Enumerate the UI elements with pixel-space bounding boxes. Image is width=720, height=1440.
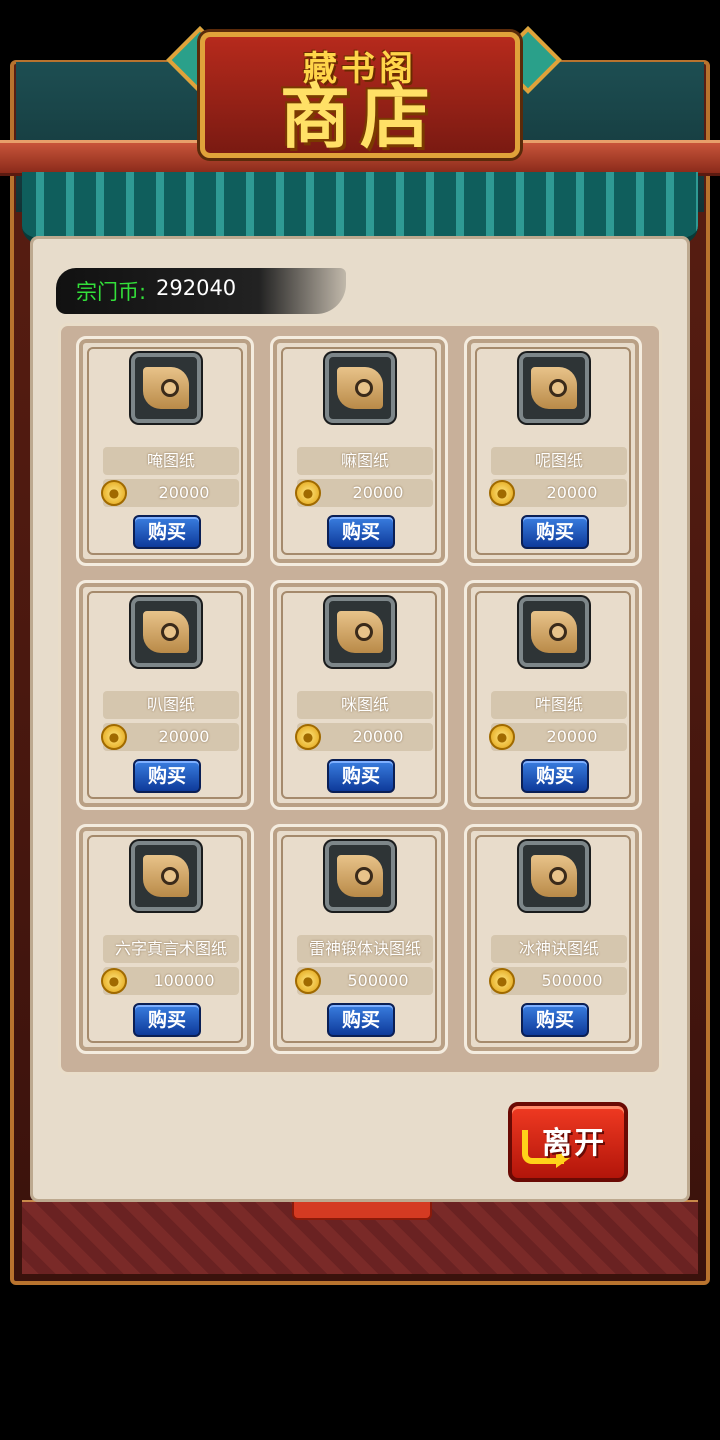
leave-button[interactable]: 离开 (508, 1102, 628, 1182)
item-card: 冰神诀图纸 ● 500000 购买 (464, 824, 642, 1054)
item-price-bar: ● 20000 (295, 479, 433, 507)
shop-title: 商店 (280, 76, 440, 158)
scroll-paper (531, 367, 577, 409)
item-name: 吽图纸 (491, 691, 627, 719)
scroll-emblem-icon (161, 623, 179, 641)
roof-tiles (22, 172, 698, 244)
scroll-emblem-icon (355, 867, 373, 885)
scroll-emblem-icon (549, 623, 567, 641)
item-price: 20000 (546, 483, 598, 502)
item-price: 100000 (153, 971, 215, 990)
item-price-bar: ● 20000 (101, 479, 239, 507)
item-price-bar: ● 20000 (489, 723, 627, 751)
buy-button[interactable]: 购买 (327, 759, 395, 793)
buy-button[interactable]: 购买 (521, 515, 589, 549)
scroll-icon[interactable] (325, 841, 395, 911)
scroll-emblem-icon (549, 867, 567, 885)
leave-button-label: 离开 (542, 1126, 606, 1161)
scroll-emblem-icon (161, 867, 179, 885)
scroll-paper (337, 611, 383, 653)
coin-icon: ● (295, 480, 321, 506)
buy-button[interactable]: 购买 (521, 759, 589, 793)
buy-button[interactable]: 购买 (133, 515, 201, 549)
item-card: 六字真言术图纸 ● 100000 购买 (76, 824, 254, 1054)
scroll-paper (143, 855, 189, 897)
buy-button[interactable]: 购买 (327, 1003, 395, 1037)
scroll-icon[interactable] (131, 597, 201, 667)
buy-button[interactable]: 购买 (521, 1003, 589, 1037)
currency-value: 292040 (156, 276, 237, 300)
item-price: 20000 (352, 727, 404, 746)
buy-button[interactable]: 购买 (133, 759, 201, 793)
coin-icon: ● (489, 724, 515, 750)
item-name: 冰神诀图纸 (491, 935, 627, 963)
coin-icon: ● (295, 724, 321, 750)
item-price-bar: ● 500000 (295, 967, 433, 995)
item-card: 雷神锻体诀图纸 ● 500000 购买 (270, 824, 448, 1054)
item-price-bar: ● 500000 (489, 967, 627, 995)
item-price: 20000 (158, 727, 210, 746)
scroll-emblem-icon (355, 379, 373, 397)
item-price-bar: ● 20000 (489, 479, 627, 507)
coin-icon: ● (101, 724, 127, 750)
scroll-paper (337, 367, 383, 409)
scroll-icon[interactable] (325, 597, 395, 667)
scroll-paper (531, 611, 577, 653)
scroll-emblem-icon (161, 379, 179, 397)
coin-icon: ● (101, 480, 127, 506)
buy-button[interactable]: 购买 (133, 1003, 201, 1037)
item-price-bar: ● 20000 (101, 723, 239, 751)
item-card: 咪图纸 ● 20000 购买 (270, 580, 448, 810)
scroll-icon[interactable] (519, 841, 589, 911)
scroll-paper (143, 611, 189, 653)
coin-icon: ● (295, 968, 321, 994)
currency-label: 宗门币: (76, 280, 147, 304)
item-card: 叭图纸 ● 20000 购买 (76, 580, 254, 810)
item-name: 叭图纸 (103, 691, 239, 719)
scroll-icon[interactable] (131, 353, 201, 423)
item-card: 吽图纸 ● 20000 购买 (464, 580, 642, 810)
item-name: 六字真言术图纸 (103, 935, 239, 963)
item-price-bar: ● 100000 (101, 967, 239, 995)
coin-icon: ● (489, 480, 515, 506)
item-price: 20000 (158, 483, 210, 502)
scroll-paper (337, 855, 383, 897)
scroll-emblem-icon (549, 379, 567, 397)
scroll-icon[interactable] (131, 841, 201, 911)
item-card: 嘛图纸 ● 20000 购买 (270, 336, 448, 566)
item-card: 唵图纸 ● 20000 购买 (76, 336, 254, 566)
item-name: 雷神锻体诀图纸 (297, 935, 433, 963)
item-name: 呢图纸 (491, 447, 627, 475)
scroll-paper (531, 855, 577, 897)
item-price: 20000 (546, 727, 598, 746)
panel-bottom-tab (292, 1202, 432, 1220)
item-name: 唵图纸 (103, 447, 239, 475)
item-price: 500000 (347, 971, 409, 990)
scroll-icon[interactable] (325, 353, 395, 423)
coin-icon: ● (101, 968, 127, 994)
scroll-icon[interactable] (519, 353, 589, 423)
scroll-paper (143, 367, 189, 409)
scroll-icon[interactable] (519, 597, 589, 667)
item-price-bar: ● 20000 (295, 723, 433, 751)
item-name: 嘛图纸 (297, 447, 433, 475)
scroll-emblem-icon (355, 623, 373, 641)
coin-icon: ● (489, 968, 515, 994)
title-plaque: 藏书阁 商店 (200, 32, 520, 158)
buy-button[interactable]: 购买 (327, 515, 395, 549)
item-name: 咪图纸 (297, 691, 433, 719)
item-price: 20000 (352, 483, 404, 502)
item-card: 呢图纸 ● 20000 购买 (464, 336, 642, 566)
item-price: 500000 (541, 971, 603, 990)
